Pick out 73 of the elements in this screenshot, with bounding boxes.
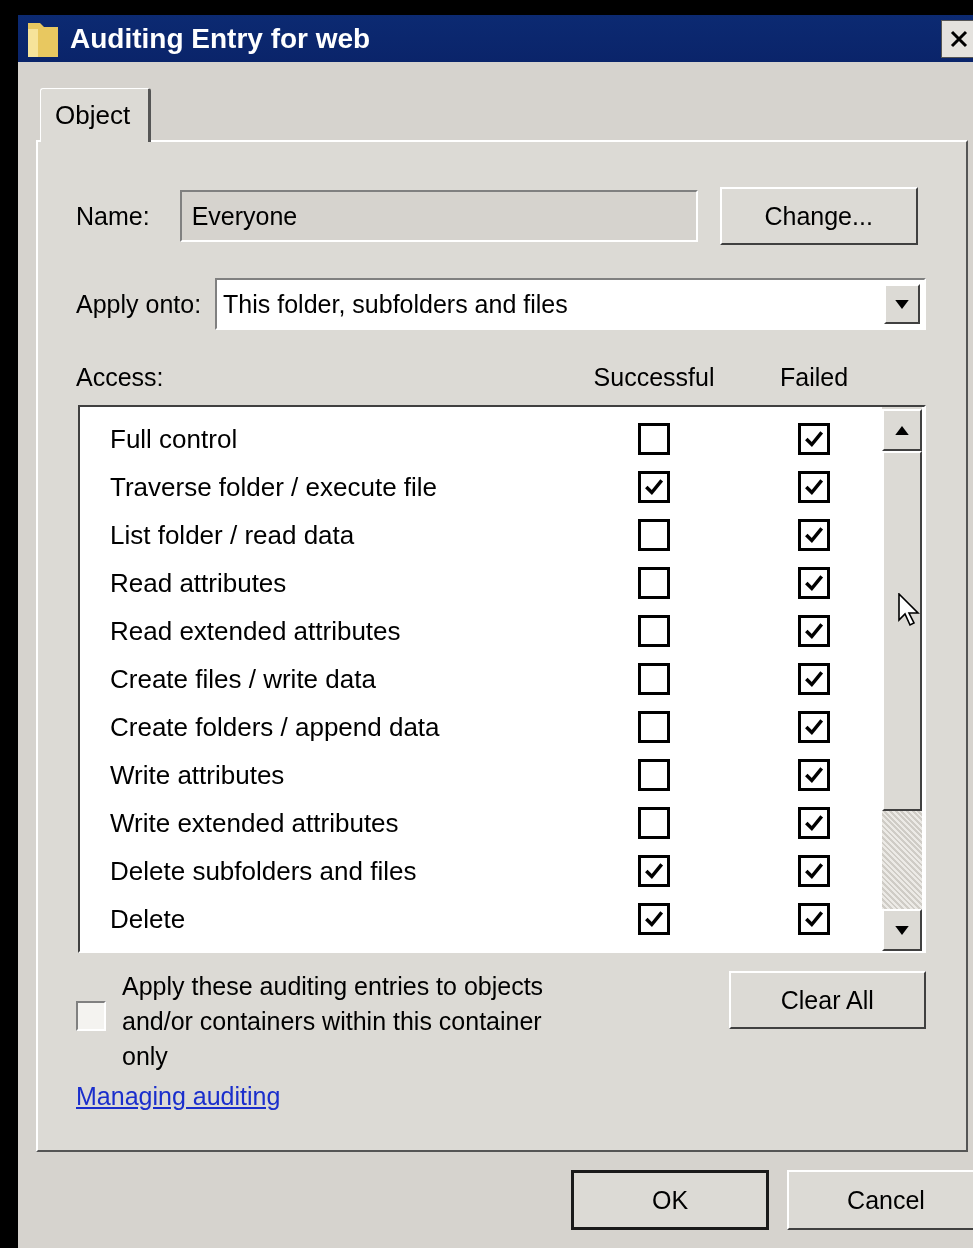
down-arrow-icon (895, 925, 909, 935)
checkbox[interactable] (798, 903, 830, 935)
dropdown-button[interactable] (884, 284, 920, 324)
apply-onto-label: Apply onto: (76, 289, 202, 319)
checkbox[interactable] (638, 471, 670, 503)
checkbox[interactable] (638, 423, 670, 455)
mouse-pointer-icon (898, 593, 920, 627)
scroll-thumb[interactable] (882, 451, 922, 811)
column-header: Successful (593, 362, 715, 392)
checkbox[interactable] (798, 567, 830, 599)
check-icon (803, 668, 825, 690)
check-icon (803, 860, 825, 882)
checkbox-label: Apply these auditing entries to objects and/or containers within this container only (122, 971, 545, 1072)
apply-onto-dropdown[interactable]: This folder, subfolders and files (215, 278, 926, 330)
checkbox[interactable] (638, 903, 670, 935)
permission-name: Delete subfolders and files (110, 855, 418, 887)
scroll-down-button[interactable] (882, 909, 922, 951)
checkbox[interactable] (638, 711, 670, 743)
checkbox[interactable] (638, 519, 670, 551)
check-icon (803, 476, 825, 498)
permission-name: Read extended attributes (110, 615, 402, 647)
checkbox[interactable] (638, 855, 670, 887)
check-icon (803, 812, 825, 834)
checkbox[interactable] (638, 615, 670, 647)
permission-name: Write attributes (110, 759, 286, 791)
checkbox[interactable] (798, 807, 830, 839)
checkbox[interactable] (798, 423, 830, 455)
check-icon (803, 524, 825, 546)
up-arrow-icon (895, 425, 909, 435)
check-icon (803, 620, 825, 642)
check-icon (803, 572, 825, 594)
clear-all-button[interactable]: Clear All (728, 971, 926, 1029)
name-field[interactable]: Everyone (179, 190, 698, 242)
permission-name: Create folders / append data (110, 711, 441, 743)
check-icon (803, 716, 825, 738)
change-button[interactable]: Change... (719, 187, 918, 245)
caret-icon (895, 299, 909, 309)
check-icon (643, 476, 665, 498)
permission-name: Traverse folder / execute file (110, 471, 439, 503)
help-link[interactable]: Managing auditing (76, 1082, 281, 1111)
checkbox[interactable] (76, 1001, 106, 1031)
window-title: Auditing Entry for web (70, 22, 372, 55)
close-icon (949, 28, 969, 49)
tab[interactable]: Object (40, 88, 152, 142)
checkbox[interactable] (798, 759, 830, 791)
scrollbar[interactable] (882, 407, 922, 951)
checkbox[interactable] (798, 711, 830, 743)
checkbox[interactable] (798, 855, 830, 887)
permission-name: List folder / read data (110, 519, 356, 551)
checkbox[interactable] (638, 807, 670, 839)
permission-name: Create files / write data (110, 663, 377, 695)
permission-name: Read attributes (110, 567, 288, 599)
checkbox[interactable] (638, 759, 670, 791)
dialog-button[interactable]: OK (571, 1170, 769, 1230)
permission-name: Full control (110, 423, 239, 455)
permission-name: Write extended attributes (110, 807, 400, 839)
checkbox[interactable] (798, 615, 830, 647)
check-icon (803, 428, 825, 450)
column-header: Failed (779, 362, 849, 392)
checkbox[interactable] (638, 567, 670, 599)
checkbox[interactable] (638, 663, 670, 695)
checkbox[interactable] (798, 663, 830, 695)
scroll-up-button[interactable] (882, 409, 922, 451)
dialog-button[interactable]: Cancel (787, 1170, 973, 1230)
name-label: Name: (76, 201, 150, 231)
checkbox[interactable] (798, 519, 830, 551)
close-button[interactable] (941, 19, 973, 58)
check-icon (643, 908, 665, 930)
permission-name: Delete (110, 903, 187, 935)
check-icon (803, 764, 825, 786)
checkbox[interactable] (798, 471, 830, 503)
check-icon (643, 860, 665, 882)
check-icon (803, 908, 825, 930)
